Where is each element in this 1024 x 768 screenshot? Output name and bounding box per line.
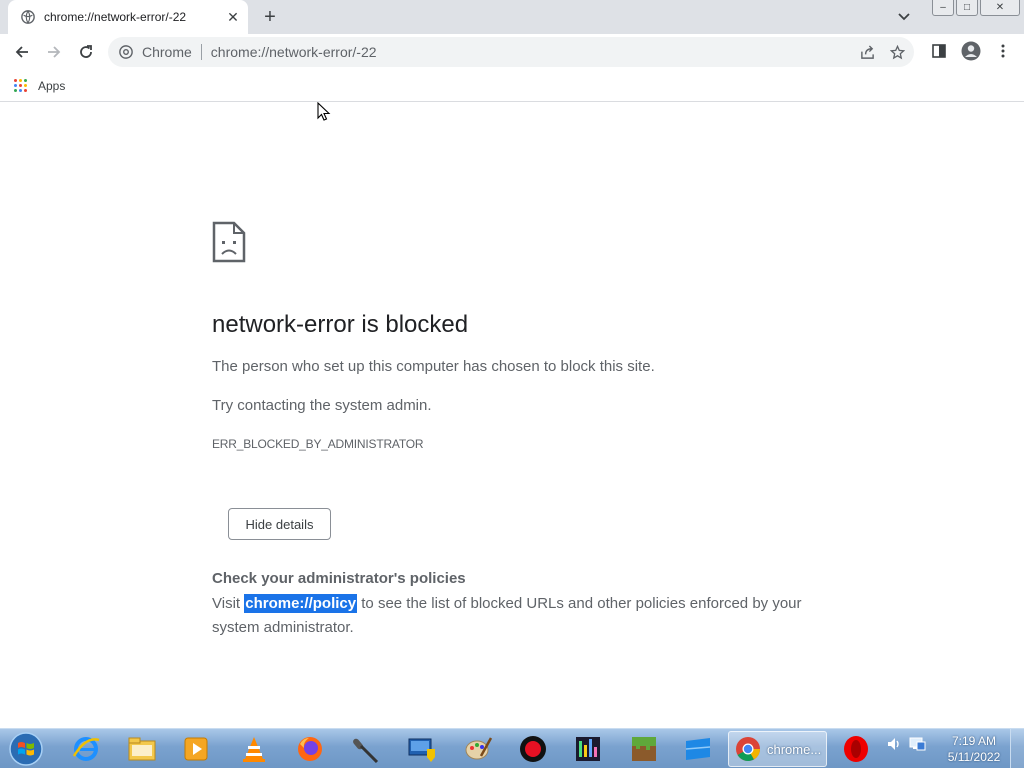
profile-avatar-icon[interactable] xyxy=(960,40,982,62)
network-tray-icon[interactable] xyxy=(908,735,926,758)
details-title: Check your administrator's policies xyxy=(212,570,466,587)
tab-network-error[interactable]: chrome://network-error/-22 ✕ xyxy=(8,0,248,34)
volume-icon[interactable] xyxy=(886,736,902,757)
taskbar-clock[interactable]: 7:19 AM 5/11/2022 xyxy=(944,733,1004,765)
window-controls: – □ ✕ xyxy=(932,0,1020,18)
back-arrow-icon xyxy=(15,46,28,58)
omnibox[interactable]: Chrome chrome://network-error/-22 xyxy=(108,37,914,67)
firefox-icon[interactable] xyxy=(292,732,328,766)
minecraft-icon[interactable] xyxy=(626,732,662,766)
microphone-icon[interactable] xyxy=(348,732,384,766)
bookmarks-bar: Apps xyxy=(0,70,1024,102)
chrome-icon xyxy=(736,737,760,762)
forward-arrow-icon xyxy=(48,46,61,58)
opera-icon[interactable] xyxy=(838,732,874,766)
internet-explorer-icon[interactable] xyxy=(68,732,104,766)
clock-date: 5/11/2022 xyxy=(947,750,1001,764)
side-panel-icon[interactable] xyxy=(928,40,950,62)
apps-label: Apps xyxy=(38,78,66,93)
details-prefix: Visit xyxy=(212,595,245,612)
minimize-button[interactable]: – xyxy=(932,0,954,16)
error-message: The person who set up this computer has … xyxy=(212,358,655,375)
windows-taskbar: chrome... 7:19 AM 5/11/2022 xyxy=(0,728,1024,768)
reload-button[interactable] xyxy=(72,38,100,66)
media-player-icon[interactable] xyxy=(178,732,214,766)
error-code: ERR_BLOCKED_BY_ADMINISTRATOR xyxy=(212,437,424,451)
toolbar-right xyxy=(928,40,1014,62)
error-suggestion: Try contacting the system admin. xyxy=(212,397,432,414)
error-heading: network-error is blocked xyxy=(212,311,469,338)
vlc-icon[interactable] xyxy=(236,732,272,766)
omnibox-chip: Chrome xyxy=(142,44,192,60)
page-content: network-error is blocked The person who … xyxy=(0,103,1024,728)
menu-kebab-icon[interactable] xyxy=(992,40,1014,62)
hide-details-button[interactable]: Hide details xyxy=(228,508,331,540)
new-tab-button[interactable]: + xyxy=(258,6,282,28)
tab-title: chrome://network-error/-22 xyxy=(44,10,187,24)
browser-toolbar: Chrome chrome://network-error/-22 xyxy=(0,34,1024,70)
tab-search-chevron-icon[interactable] xyxy=(894,8,914,26)
url-text[interactable]: chrome://network-error/-22 xyxy=(211,44,377,60)
blue-app-icon[interactable] xyxy=(680,732,716,766)
tab-close-icon[interactable]: ✕ xyxy=(224,8,242,26)
reload-icon xyxy=(80,45,92,58)
omnibox-actions xyxy=(858,43,906,61)
sad-page-icon xyxy=(212,221,246,263)
omnibox-separator xyxy=(200,44,202,60)
network-shield-icon[interactable] xyxy=(404,732,440,766)
globe-icon xyxy=(20,9,36,25)
chrome-site-icon[interactable] xyxy=(118,44,134,60)
bookmark-star-icon[interactable] xyxy=(888,43,906,61)
show-desktop-button[interactable] xyxy=(1010,729,1024,768)
chrome-taskbar-button[interactable]: chrome... xyxy=(728,731,827,767)
policy-link[interactable]: chrome://policy xyxy=(244,594,358,613)
system-tray xyxy=(886,735,926,758)
forward-button[interactable] xyxy=(40,38,68,66)
start-button[interactable] xyxy=(6,730,46,768)
chrome-taskbar-label: chrome... xyxy=(767,741,822,757)
mouse-cursor-icon xyxy=(317,102,331,121)
tab-strip: chrome://network-error/-22 ✕ + – □ ✕ xyxy=(0,0,1024,34)
paint-icon[interactable] xyxy=(460,732,496,766)
clock-time: 7:19 AM xyxy=(951,734,997,748)
maximize-button[interactable]: □ xyxy=(956,0,978,16)
file-explorer-icon[interactable] xyxy=(124,732,160,766)
fl-studio-icon[interactable] xyxy=(570,732,606,766)
back-button[interactable] xyxy=(8,38,36,66)
share-icon[interactable] xyxy=(858,43,876,61)
details-text: Visit chrome://policy to see the list of… xyxy=(212,592,812,640)
close-window-button[interactable]: ✕ xyxy=(980,0,1020,16)
record-icon[interactable] xyxy=(515,732,551,766)
apps-shortcut[interactable]: Apps xyxy=(14,78,66,93)
apps-grid-icon xyxy=(14,78,28,93)
windows-orb-icon xyxy=(9,732,43,766)
